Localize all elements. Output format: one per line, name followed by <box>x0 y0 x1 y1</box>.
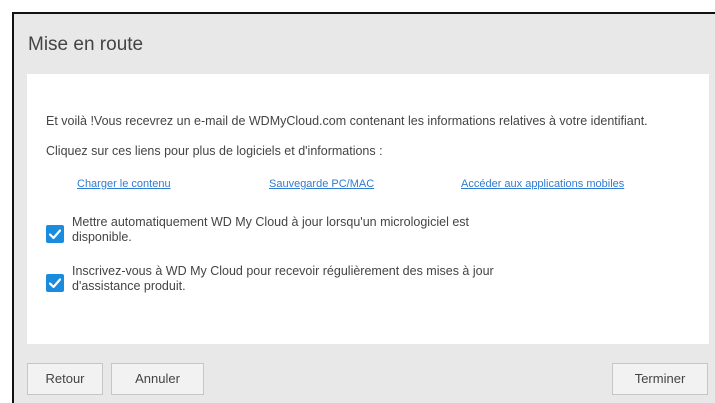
load-content-link[interactable]: Charger le contenu <box>77 178 171 190</box>
auto-update-label: Mettre automatiquement WD My Cloud à jou… <box>72 215 469 244</box>
cancel-button[interactable]: Annuler <box>111 363 204 395</box>
register-checkbox[interactable] <box>46 274 64 292</box>
finish-button[interactable]: Terminer <box>612 363 708 395</box>
links-intro: Cliquez sur ces liens pour plus de logic… <box>46 144 383 158</box>
setup-dialog: Mise en route Et voilà !Vous recevrez un… <box>12 12 715 403</box>
mobile-apps-link[interactable]: Accéder aux applications mobiles <box>461 178 624 190</box>
auto-update-checkbox[interactable] <box>46 225 64 243</box>
back-button[interactable]: Retour <box>27 363 103 395</box>
content-panel: Et voilà !Vous recevrez un e-mail de WDM… <box>27 74 709 344</box>
register-label: Inscrivez-vous à WD My Cloud pour recevo… <box>72 264 494 293</box>
confirmation-message: Et voilà !Vous recevrez un e-mail de WDM… <box>46 114 648 128</box>
check-icon <box>48 229 62 240</box>
check-icon <box>48 278 62 289</box>
dialog-title: Mise en route <box>28 34 144 55</box>
pc-mac-backup-link[interactable]: Sauvegarde PC/MAC <box>269 178 374 190</box>
